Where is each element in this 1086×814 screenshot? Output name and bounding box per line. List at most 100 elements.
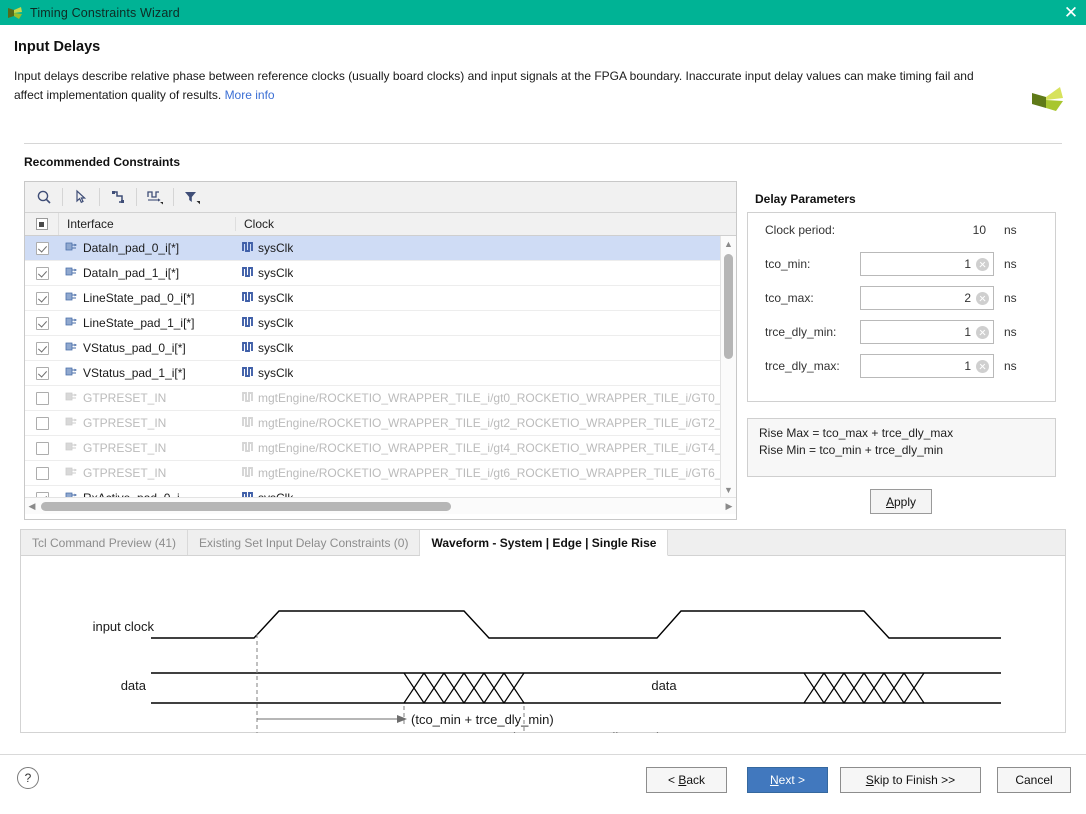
table-row[interactable]: VStatus_pad_1_i[*] sysClk (25, 361, 720, 386)
table-row[interactable]: VStatus_pad_0_i[*] sysClk (25, 336, 720, 361)
row-clock-cell[interactable]: mgtEngine/ROCKETIO_WRAPPER_TILE_i/gt0_RO… (236, 391, 720, 406)
row-interface-cell[interactable]: DataIn_pad_0_i[*] (59, 241, 236, 256)
row-interface-cell[interactable]: LineState_pad_0_i[*] (59, 291, 236, 306)
vertical-scroll-thumb[interactable] (724, 254, 733, 359)
scroll-down-icon[interactable]: ▼ (721, 482, 736, 497)
apply-button[interactable]: Apply (870, 489, 932, 514)
close-icon[interactable]: ✕ (1056, 0, 1086, 25)
row-checkbox[interactable] (25, 361, 59, 385)
column-header-clock[interactable]: Clock (236, 217, 736, 231)
scroll-up-icon[interactable]: ▲ (721, 236, 736, 251)
scroll-right-icon[interactable]: ▶ (722, 501, 736, 512)
filter-icon[interactable] (177, 184, 207, 210)
next-button[interactable]: Next > (747, 767, 828, 793)
clock-icon (242, 441, 253, 456)
help-button[interactable]: ? (17, 767, 39, 789)
page-description-text: Input delays describe relative phase bet… (14, 69, 974, 102)
row-checkbox[interactable] (25, 411, 59, 435)
row-clock-cell[interactable]: mgtEngine/ROCKETIO_WRAPPER_TILE_i/gt4_RO… (236, 441, 720, 456)
more-info-link[interactable]: More info (225, 88, 275, 102)
delay-field-input[interactable] (860, 252, 994, 276)
waveform-diagram: input clock data data (tco_min + trce_dl… (21, 556, 1065, 733)
clear-icon[interactable] (976, 359, 989, 373)
column-header-interface[interactable]: Interface (59, 217, 236, 231)
clock-waveform-icon[interactable] (140, 184, 170, 210)
port-icon (65, 416, 78, 431)
table-row[interactable]: DataIn_pad_1_i[*] sysClk (25, 261, 720, 286)
delay-field-value[interactable] (871, 291, 971, 305)
back-button[interactable]: < Back (646, 767, 727, 793)
delay-field-input[interactable] (860, 320, 994, 344)
row-interface-cell[interactable]: GTPRESET_IN (59, 441, 236, 456)
table-row[interactable]: DataIn_pad_0_i[*] sysClk (25, 236, 720, 261)
row-clock-label: sysClk (258, 266, 294, 280)
table-row[interactable]: RxActive_pad_0_i sysClk (25, 486, 720, 497)
delay-field-unit: ns (1004, 325, 1017, 339)
delay-field-input[interactable] (860, 354, 994, 378)
horizontal-scroll-thumb[interactable] (41, 502, 451, 511)
scroll-left-icon[interactable]: ◀ (25, 501, 39, 512)
header-divider (24, 143, 1062, 144)
row-checkbox[interactable] (25, 311, 59, 335)
row-clock-cell[interactable]: sysClk (236, 291, 720, 306)
row-interface-cell[interactable]: VStatus_pad_0_i[*] (59, 341, 236, 356)
table-header-row: Interface Clock (25, 213, 736, 236)
delay-field-input[interactable] (860, 286, 994, 310)
cancel-button[interactable]: Cancel (997, 767, 1071, 793)
delay-field-value[interactable] (871, 257, 971, 271)
tab-1[interactable]: Existing Set Input Delay Constraints (0) (188, 530, 421, 555)
clear-icon[interactable] (976, 291, 989, 305)
table-row[interactable]: GTPRESET_IN mgtEngine/ROCKETIO_WRAPPER_T… (25, 411, 720, 436)
row-interface-cell[interactable]: GTPRESET_IN (59, 416, 236, 431)
table-row[interactable]: GTPRESET_IN mgtEngine/ROCKETIO_WRAPPER_T… (25, 461, 720, 486)
table-vertical-scrollbar[interactable]: ▲ ▼ (720, 236, 736, 497)
table-horizontal-scrollbar[interactable]: ◀ ▶ (25, 497, 736, 514)
row-clock-cell[interactable]: mgtEngine/ROCKETIO_WRAPPER_TILE_i/gt2_RO… (236, 416, 720, 431)
row-interface-cell[interactable]: GTPRESET_IN (59, 466, 236, 481)
row-checkbox[interactable] (25, 286, 59, 310)
window-title: Timing Constraints Wizard (30, 5, 180, 20)
row-interface-cell[interactable]: GTPRESET_IN (59, 391, 236, 406)
row-interface-cell[interactable]: LineState_pad_1_i[*] (59, 316, 236, 331)
skip-to-finish-button[interactable]: Skip to Finish >> (840, 767, 981, 793)
row-checkbox[interactable] (25, 236, 59, 260)
delay-field-value[interactable] (871, 359, 971, 373)
xilinx-brand-logo-icon (1026, 77, 1066, 117)
table-row[interactable]: LineState_pad_1_i[*] sysClk (25, 311, 720, 336)
row-clock-cell[interactable]: sysClk (236, 241, 720, 256)
select-cursor-icon[interactable] (66, 184, 96, 210)
select-all-checkbox[interactable] (25, 213, 59, 235)
hierarchy-icon[interactable] (103, 184, 133, 210)
delay-field-unit: ns (1004, 291, 1017, 305)
row-clock-label: sysClk (258, 366, 294, 380)
svg-text:data: data (121, 678, 147, 693)
table-row[interactable]: GTPRESET_IN mgtEngine/ROCKETIO_WRAPPER_T… (25, 436, 720, 461)
row-interface-cell[interactable]: DataIn_pad_1_i[*] (59, 266, 236, 281)
clear-icon[interactable] (976, 325, 989, 339)
tab-2[interactable]: Waveform - System | Edge | Single Rise (420, 530, 669, 556)
search-icon[interactable] (29, 184, 59, 210)
row-interface-cell[interactable]: VStatus_pad_1_i[*] (59, 366, 236, 381)
row-interface-label: GTPRESET_IN (83, 466, 167, 480)
row-checkbox[interactable] (25, 336, 59, 360)
table-row[interactable]: LineState_pad_0_i[*] sysClk (25, 286, 720, 311)
delay-field-row: tco_max: ns (748, 281, 1055, 315)
row-clock-cell[interactable]: mgtEngine/ROCKETIO_WRAPPER_TILE_i/gt6_RO… (236, 466, 720, 481)
row-clock-cell[interactable]: sysClk (236, 316, 720, 331)
delay-field-value[interactable] (871, 325, 971, 339)
row-checkbox[interactable] (25, 436, 59, 460)
rise-max-formula: Rise Max = tco_max + trce_dly_max (759, 426, 954, 440)
tab-0[interactable]: Tcl Command Preview (41) (21, 530, 189, 555)
port-icon (65, 466, 78, 481)
row-checkbox[interactable] (25, 486, 59, 497)
row-checkbox[interactable] (25, 386, 59, 410)
row-clock-cell[interactable]: sysClk (236, 266, 720, 281)
horizontal-scroll-track[interactable] (39, 498, 722, 514)
row-checkbox[interactable] (25, 261, 59, 285)
row-clock-cell[interactable]: sysClk (236, 341, 720, 356)
table-row[interactable]: GTPRESET_IN mgtEngine/ROCKETIO_WRAPPER_T… (25, 386, 720, 411)
clear-icon[interactable] (976, 257, 989, 271)
row-clock-label: mgtEngine/ROCKETIO_WRAPPER_TILE_i/gt6_RO… (258, 466, 720, 480)
row-checkbox[interactable] (25, 461, 59, 485)
row-clock-cell[interactable]: sysClk (236, 366, 720, 381)
